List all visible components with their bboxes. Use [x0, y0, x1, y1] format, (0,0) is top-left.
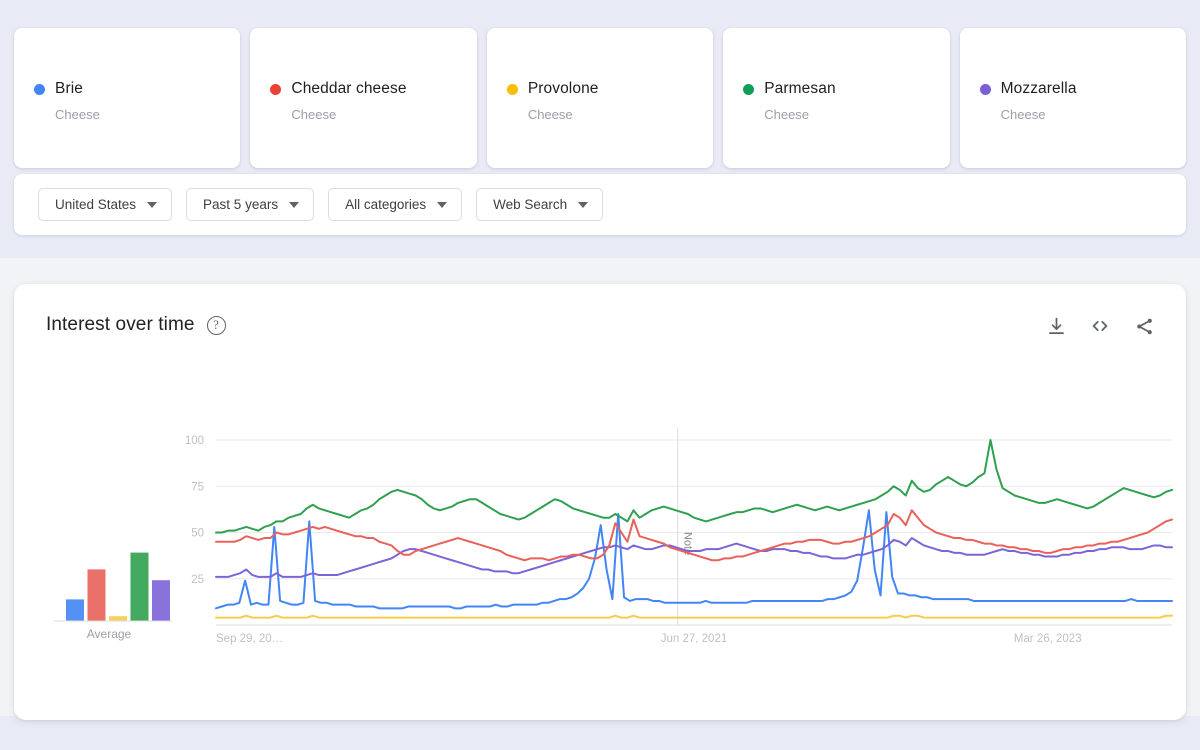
search-term-card-1[interactable]: Cheddar cheese Cheese — [250, 28, 477, 168]
page-background-footer — [0, 716, 1200, 750]
chevron-down-icon — [437, 201, 448, 208]
term-subtitle: Cheese — [764, 107, 810, 122]
x-axis-tick-label: Jun 27, 2021 — [661, 633, 728, 645]
series-color-dot — [979, 83, 991, 95]
term-name: Mozzarella — [1000, 80, 1077, 97]
chevron-down-icon — [578, 201, 589, 208]
filter-bar: United States Past 5 years All categorie… — [14, 174, 1186, 235]
average-label: Average — [87, 627, 132, 641]
filter-category-dropdown[interactable]: All categories — [328, 188, 463, 221]
term-name: Brie — [55, 80, 83, 97]
series-color-dot — [270, 83, 282, 95]
chevron-down-icon — [289, 201, 300, 208]
average-bar[interactable] — [66, 599, 84, 621]
interest-over-time-plot[interactable]: 255075100NoteSep 29, 20… Jun 27, 2021 Mar … — [14, 284, 1186, 720]
chevron-down-icon — [147, 201, 158, 208]
term-subtitle: Cheese — [1000, 107, 1046, 122]
term-subtitle: Cheese — [527, 107, 573, 122]
search-term-card-3[interactable]: Parmesan Cheese — [723, 28, 950, 168]
filter-location-dropdown[interactable]: United States — [38, 188, 173, 221]
term-name: Cheddar cheese — [291, 80, 407, 97]
series-line-brie[interactable] — [215, 509, 1173, 610]
filter-timerange-label: Past 5 years — [203, 197, 279, 212]
search-term-card-2[interactable]: Provolone Cheese — [486, 28, 714, 168]
term-name: Parmesan — [764, 80, 836, 97]
search-term-card-4[interactable]: Mozzarella Cheese — [959, 28, 1187, 168]
average-bar[interactable] — [87, 569, 106, 621]
x-axis-tick-label: Sep 29, 20… — [216, 633, 283, 645]
y-axis-tick-label: 100 — [185, 435, 204, 447]
term-header: Parmesan — [743, 80, 949, 98]
term-header: Cheddar cheese — [270, 80, 476, 98]
interest-over-time-card: Interest over time ? 25 50 75 100 Note Sep 29… — [14, 284, 1186, 720]
term-header: Mozzarella — [979, 80, 1186, 98]
series-color-dot — [743, 83, 755, 95]
filter-searchtype-dropdown[interactable]: Web Search — [476, 188, 604, 221]
filter-timerange-dropdown[interactable]: Past 5 years — [186, 188, 315, 221]
filter-searchtype-label: Web Search — [493, 197, 568, 212]
series-line-provolone[interactable] — [215, 614, 1173, 619]
filter-category-label: All categories — [345, 197, 427, 212]
term-name: Provolone — [527, 80, 599, 97]
series-color-dot — [506, 83, 518, 95]
average-bar[interactable] — [109, 616, 127, 621]
term-header: Brie — [34, 80, 240, 98]
search-term-card-0[interactable]: Brie Cheese — [14, 28, 241, 168]
y-axis-tick-label: 50 — [191, 528, 204, 540]
filter-location-label: United States — [55, 197, 137, 212]
average-bar[interactable] — [152, 580, 170, 621]
search-terms-row: Brie Cheese Cheddar cheese Cheese Provol… — [14, 28, 1187, 168]
y-axis-tick-label: 25 — [191, 574, 204, 586]
series-color-dot — [34, 83, 45, 95]
average-bar[interactable] — [130, 552, 149, 621]
y-axis-tick-label: 75 — [191, 481, 204, 493]
term-header: Provolone — [506, 80, 713, 98]
term-subtitle: Cheese — [291, 107, 337, 122]
x-axis-tick-label: Mar 26, 2023 — [1014, 633, 1082, 645]
term-subtitle: Cheese — [55, 107, 100, 122]
